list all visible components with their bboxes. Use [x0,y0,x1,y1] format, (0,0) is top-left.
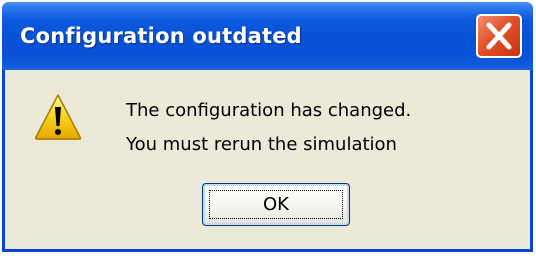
window-title: Configuration outdated [20,24,302,48]
message-line-2: You must rerun the simulation [126,134,397,155]
dialog-body: The configuration has changed. You must … [5,70,530,250]
message-line-1: The configuration has changed. [126,100,412,121]
close-button[interactable] [476,14,522,58]
ok-button[interactable]: OK [202,183,350,226]
title-bar[interactable]: Configuration outdated [2,2,533,70]
ok-button-label: OK [263,194,289,215]
dialog-window: Configuration outdated The configuration… [2,2,533,252]
close-icon [486,22,512,50]
warning-icon [34,94,82,140]
